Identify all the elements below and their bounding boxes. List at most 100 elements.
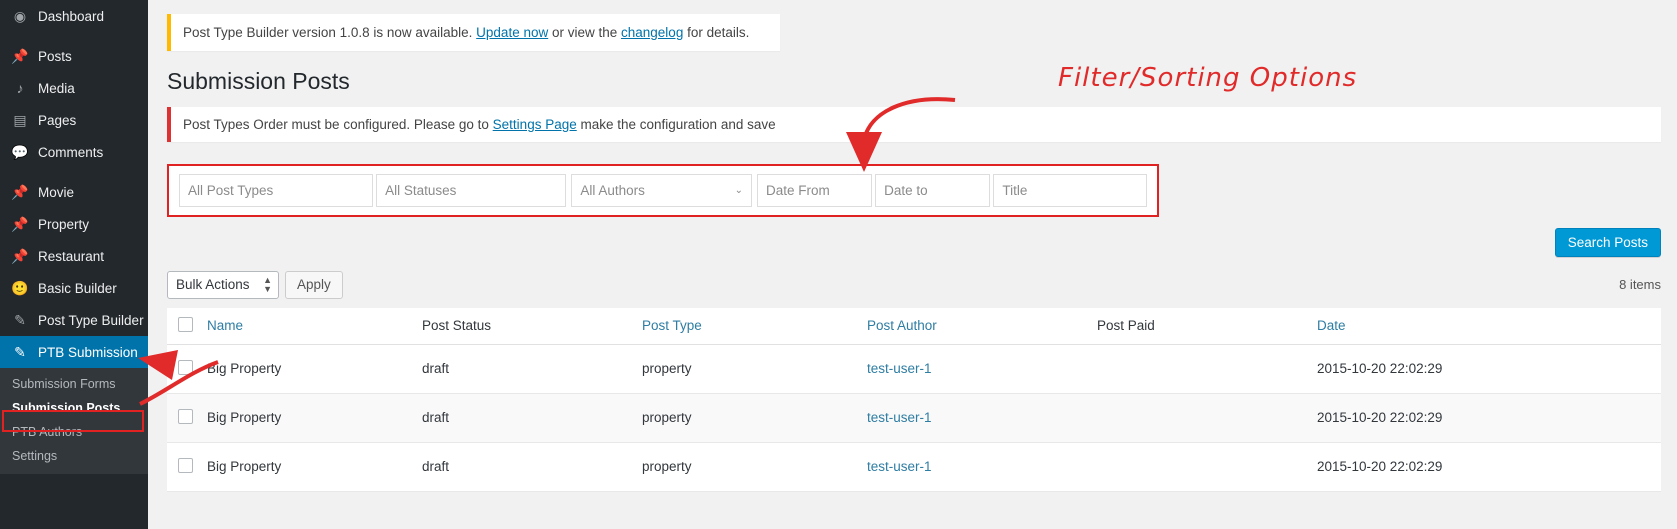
cell-post-paid bbox=[1097, 344, 1317, 394]
table-row: Big Property draft property test-user-1 2015… bbox=[167, 442, 1661, 492]
sidebar-item-movie[interactable]: 📌 Movie bbox=[0, 176, 148, 208]
items-count: 8 items bbox=[1619, 277, 1661, 293]
media-icon: ♪ bbox=[16, 80, 24, 96]
sidebar-item-basic-builder[interactable]: 🙂 Basic Builder bbox=[0, 272, 148, 304]
changelog-link[interactable]: changelog bbox=[621, 25, 683, 40]
filter-post-types-select[interactable]: All Post Types bbox=[179, 173, 374, 207]
table-nav-top: Bulk Actions ▲ ▼ Apply 8 items bbox=[167, 270, 1661, 299]
settings-page-link[interactable]: Settings Page bbox=[493, 117, 577, 132]
page-title: Submission Posts bbox=[167, 68, 350, 94]
smiley-icon: 🙂 bbox=[11, 280, 29, 296]
post-author-link[interactable]: test-user-1 bbox=[867, 410, 932, 425]
row-checkbox[interactable] bbox=[178, 359, 193, 375]
pin-icon: 📌 bbox=[11, 184, 29, 200]
sidebar-subitem-submission-forms[interactable]: Submission Forms bbox=[0, 372, 148, 396]
cell-post-status: draft bbox=[422, 344, 642, 394]
row-checkbox[interactable] bbox=[178, 408, 193, 424]
edit-icon: ✎ bbox=[14, 312, 26, 328]
comments-icon: 💬 bbox=[11, 144, 29, 160]
table-row: Big Property draft property test-user-1 2015… bbox=[167, 344, 1661, 394]
error-notice-text-after: make the configuration and save bbox=[576, 116, 776, 132]
sidebar-subitem-settings[interactable]: Settings bbox=[0, 444, 148, 468]
sidebar-item-comments[interactable]: 💬 Comments bbox=[0, 136, 148, 168]
sidebar-item-label: Pages bbox=[38, 112, 77, 128]
sidebar-subitem-submission-posts[interactable]: Submission Posts bbox=[0, 396, 148, 420]
edit-icon: ✎ bbox=[14, 344, 26, 360]
bulk-actions-select[interactable]: Bulk Actions ▲ ▼ bbox=[167, 270, 279, 299]
sidebar-item-label: Comments bbox=[38, 144, 104, 160]
filter-sorting-bar: All Post Types All Statuses All Authors … bbox=[167, 163, 1159, 217]
cell-post-author: test-user-1 bbox=[867, 442, 1097, 492]
pin-icon: 📌 bbox=[11, 216, 29, 232]
column-header-name[interactable]: Name bbox=[207, 307, 422, 345]
pin-icon: 📌 bbox=[11, 248, 29, 264]
cell-name: Big Property bbox=[207, 442, 422, 492]
table-head: Name Post Status Post Type Post Author P… bbox=[167, 307, 1661, 345]
sidebar-item-restaurant[interactable]: 📌 Restaurant bbox=[0, 240, 148, 272]
sidebar-item-label: Movie bbox=[38, 184, 75, 200]
sidebar-item-dashboard[interactable]: ◉ Dashboard bbox=[0, 0, 148, 32]
select-all-checkbox[interactable] bbox=[178, 316, 193, 332]
annotation-filter-sorting-label: Filter/Sorting Options bbox=[1058, 63, 1358, 93]
cell-name: Big Property bbox=[207, 344, 422, 394]
cell-post-status: draft bbox=[422, 442, 642, 492]
column-header-date[interactable]: Date bbox=[1317, 307, 1661, 345]
sidebar-item-label: Post Type Builder bbox=[38, 312, 144, 328]
sidebar-item-label: Media bbox=[38, 80, 75, 96]
select-all-header bbox=[167, 307, 207, 345]
update-notice-text-before: Post Type Builder version 1.0.8 is now a… bbox=[183, 25, 477, 40]
cell-post-type: property bbox=[642, 344, 867, 394]
sidebar-item-label: Basic Builder bbox=[38, 280, 117, 296]
sidebar-item-property[interactable]: 📌 Property bbox=[0, 208, 148, 240]
sidebar-item-ptb-submission[interactable]: ✎ PTB Submission bbox=[0, 336, 148, 368]
sidebar-item-post-type-builder[interactable]: ✎ Post Type Builder bbox=[0, 304, 148, 336]
sidebar-item-label: PTB Submission bbox=[38, 344, 138, 360]
cell-post-type: property bbox=[642, 393, 867, 443]
sidebar-submenu: Submission Forms Submission Posts PTB Auth… bbox=[0, 368, 148, 474]
column-header-post-author[interactable]: Post Author bbox=[867, 307, 1097, 345]
cell-post-author: test-user-1 bbox=[867, 393, 1097, 443]
post-author-link[interactable]: test-user-1 bbox=[867, 361, 932, 376]
dashboard-icon: ◉ bbox=[13, 8, 27, 24]
search-posts-button[interactable]: Search Posts bbox=[1554, 227, 1661, 257]
chevron-down-icon: ⌄ bbox=[734, 184, 743, 196]
row-checkbox[interactable] bbox=[178, 457, 193, 473]
apply-button[interactable]: Apply bbox=[285, 270, 343, 299]
cell-post-paid bbox=[1097, 442, 1317, 492]
column-header-post-type[interactable]: Post Type bbox=[642, 307, 867, 345]
filter-date-to-input[interactable]: Date to bbox=[875, 173, 991, 207]
filter-authors-select[interactable]: All Authors ⌄ bbox=[571, 173, 752, 207]
filter-title-input[interactable]: Title bbox=[993, 173, 1147, 207]
bulk-actions-group: Bulk Actions ▲ ▼ Apply bbox=[167, 270, 343, 299]
updown-arrows-icon: ▲ ▼ bbox=[263, 274, 272, 294]
error-notice: Post Types Order must be configured. Ple… bbox=[167, 106, 1661, 142]
sidebar-item-pages[interactable]: ▤ Pages bbox=[0, 104, 148, 136]
pin-icon: 📌 bbox=[11, 48, 29, 64]
cell-post-type: property bbox=[642, 442, 867, 492]
pages-icon: ▤ bbox=[13, 112, 27, 128]
update-now-link[interactable]: Update now bbox=[476, 25, 548, 40]
filter-date-from-input[interactable]: Date From bbox=[756, 173, 873, 207]
table-body: Big Property draft property test-user-1 2015… bbox=[167, 344, 1661, 492]
table-header-row: Name Post Status Post Type Post Author P… bbox=[167, 307, 1661, 345]
cell-date: 2015-10-20 22:02:29 bbox=[1317, 393, 1661, 443]
filter-statuses-select[interactable]: All Statuses bbox=[376, 173, 567, 207]
sidebar-separator bbox=[0, 168, 148, 176]
sidebar-subitem-ptb-authors[interactable]: PTB Authors bbox=[0, 420, 148, 444]
sidebar-item-label: Posts bbox=[38, 48, 72, 64]
sidebar-item-posts[interactable]: 📌 Posts bbox=[0, 40, 148, 72]
bulk-actions-label: Bulk Actions bbox=[176, 277, 250, 293]
row-select-cell bbox=[167, 393, 207, 443]
cell-post-status: draft bbox=[422, 393, 642, 443]
submission-posts-table: Name Post Status Post Type Post Author P… bbox=[167, 307, 1661, 492]
cell-post-author: test-user-1 bbox=[867, 344, 1097, 394]
column-header-post-paid: Post Paid bbox=[1097, 307, 1317, 345]
update-notice-text-middle: or view the bbox=[548, 25, 622, 40]
search-row: Search Posts bbox=[167, 227, 1661, 257]
cell-name: Big Property bbox=[207, 393, 422, 443]
cell-date: 2015-10-20 22:02:29 bbox=[1317, 442, 1661, 492]
admin-sidebar: ◉ Dashboard 📌 Posts ♪ Media ▤ Pages 💬 Comments 📌 Mo… bbox=[0, 0, 148, 529]
post-author-link[interactable]: test-user-1 bbox=[867, 459, 932, 474]
cell-date: 2015-10-20 22:02:29 bbox=[1317, 344, 1661, 394]
sidebar-item-media[interactable]: ♪ Media bbox=[0, 72, 148, 104]
